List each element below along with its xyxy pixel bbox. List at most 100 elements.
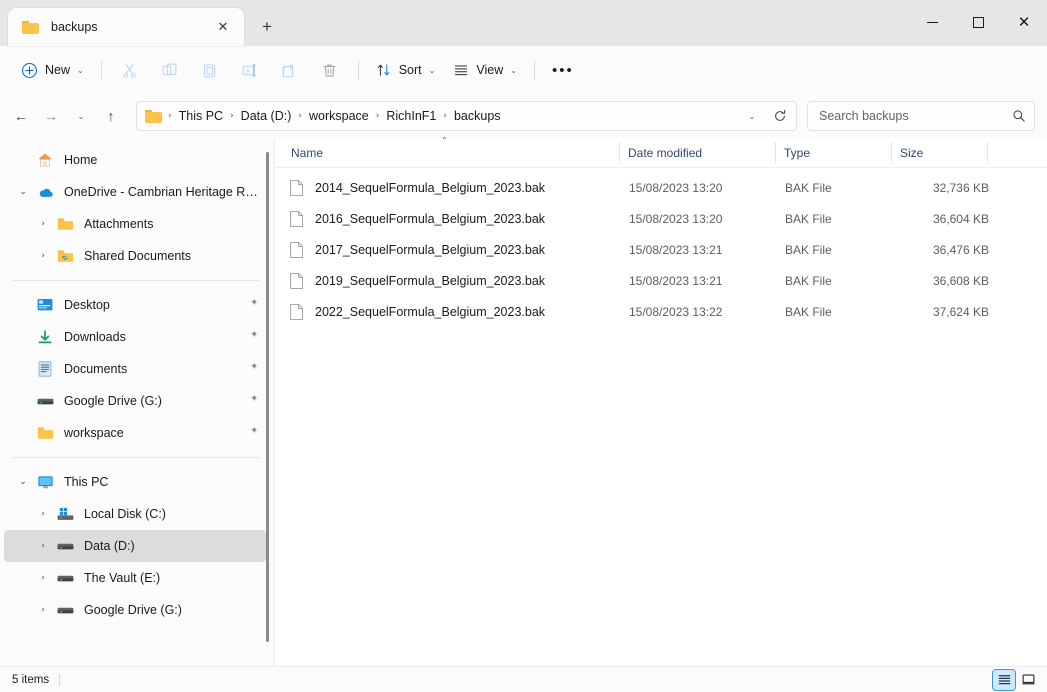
back-button[interactable]: ← <box>6 101 36 131</box>
sidebar-item-workspace[interactable]: workspace <box>4 417 266 449</box>
breadcrumb-item-1[interactable]: Data (D:) <box>236 106 297 126</box>
folder-icon <box>22 20 39 34</box>
breadcrumb-separator: › <box>443 111 447 121</box>
recent-locations-button[interactable]: ⌄ <box>66 101 96 131</box>
new-button-label: New <box>45 63 71 77</box>
new-tab-button[interactable]: + <box>250 10 284 44</box>
up-button[interactable]: ↑ <box>96 101 126 131</box>
tab-backups[interactable]: backups ✕ <box>8 8 244 46</box>
sidebar-item-this-pc[interactable]: ⌄ This PC <box>4 466 266 498</box>
sort-button-label: Sort <box>398 63 422 77</box>
chevron-down-icon[interactable]: ⌄ <box>12 477 34 487</box>
chevron-right-icon[interactable]: › <box>32 251 54 261</box>
forward-arrow-icon: → <box>44 108 58 124</box>
sidebar-item-google-drive-g-pc[interactable]: › Google Drive (G:) <box>4 594 266 626</box>
sidebar-item-label: Desktop <box>64 298 110 312</box>
column-header-name[interactable]: Name ⌃ <box>283 136 619 164</box>
downloads-icon <box>34 330 56 345</box>
pin-icon[interactable] <box>247 298 258 312</box>
sidebar-scrollbar[interactable] <box>264 146 271 658</box>
large-icons-view-button[interactable] <box>1017 670 1039 690</box>
address-dropdown-button[interactable]: ⌄ <box>738 103 766 129</box>
sidebar-item-shared-documents[interactable]: › Shared Documents <box>4 240 266 272</box>
pin-icon[interactable] <box>247 330 258 344</box>
sidebar-item-desktop[interactable]: Desktop <box>4 289 266 321</box>
paste-button[interactable] <box>190 54 230 86</box>
column-header-type[interactable]: Type <box>775 141 891 164</box>
sidebar-item-attachments[interactable]: › Attachments <box>4 208 266 240</box>
breadcrumb[interactable]: › This PC › Data (D:) › workspace › Rich… <box>136 101 797 131</box>
onedrive-icon <box>34 184 56 201</box>
column-header-size[interactable]: Size <box>891 141 987 164</box>
file-date-modified: 15/08/2023 13:20 <box>629 211 723 226</box>
maximize-button[interactable] <box>955 0 1001 44</box>
sidebar-item-label: Downloads <box>64 330 126 344</box>
delete-button[interactable] <box>310 54 350 86</box>
chevron-right-icon[interactable]: › <box>32 509 54 519</box>
sidebar-item-downloads[interactable]: Downloads <box>4 321 266 353</box>
maximize-icon <box>972 16 984 28</box>
forward-button[interactable]: → <box>36 101 66 131</box>
sidebar-item-documents[interactable]: Documents <box>4 353 266 385</box>
copy-button[interactable] <box>150 54 190 86</box>
chevron-right-icon[interactable]: › <box>32 219 54 229</box>
rename-button[interactable]: A <box>230 54 270 86</box>
drive-icon <box>34 396 56 407</box>
close-tab-icon[interactable]: ✕ <box>210 14 236 40</box>
share-button[interactable] <box>270 54 310 86</box>
sidebar-item-data-d[interactable]: › Data (D:) <box>4 530 266 562</box>
sidebar-item-the-vault-e[interactable]: › The Vault (E:) <box>4 562 266 594</box>
pin-icon[interactable] <box>247 362 258 376</box>
paste-icon <box>204 63 216 77</box>
sidebar-scrollbar-thumb[interactable] <box>266 152 269 642</box>
breadcrumb-item-3[interactable]: RichInF1 <box>381 106 441 126</box>
file-size: 36,476 KB <box>932 242 989 257</box>
file-size: 36,608 KB <box>932 273 989 288</box>
sidebar-item-onedrive[interactable]: ⌄ OneDrive - Cambrian Heritage Railways <box>4 176 266 208</box>
title-bar: backups ✕ + ✕ <box>0 0 1047 46</box>
see-more-button[interactable]: ••• <box>543 54 583 86</box>
pin-icon[interactable] <box>247 394 258 408</box>
file-name: 2016_SequelFormula_Belgium_2023.bak <box>315 211 546 226</box>
sidebar-item-google-drive-g[interactable]: Google Drive (G:) <box>4 385 266 417</box>
windows-disk-icon <box>54 507 76 521</box>
refresh-button[interactable] <box>766 103 794 129</box>
cut-button[interactable] <box>110 54 150 86</box>
item-count: 5 items <box>12 673 61 686</box>
file-type: BAK File <box>785 180 832 195</box>
search-icon[interactable] <box>1012 109 1026 123</box>
minimize-button[interactable] <box>909 0 955 44</box>
file-explorer-window: backups ✕ + ✕ New ⌄ A Sort ⌄ View ⌄ ••• … <box>0 0 1047 692</box>
sidebar-item-label: Google Drive (G:) <box>84 603 182 617</box>
table-row[interactable]: 2016_SequelFormula_Belgium_2023.bak 15/0… <box>277 203 1041 234</box>
search-input[interactable] <box>819 109 1012 123</box>
chevron-right-icon[interactable]: › <box>32 605 54 615</box>
sort-button[interactable]: Sort ⌄ <box>367 54 445 86</box>
chevron-down-icon[interactable]: ⌄ <box>12 187 34 197</box>
close-window-button[interactable]: ✕ <box>1001 0 1047 44</box>
details-view-button[interactable] <box>992 668 1016 691</box>
view-button[interactable]: View ⌄ <box>444 54 526 86</box>
column-header-date-modified[interactable]: Date modified <box>619 141 775 164</box>
chevron-right-icon[interactable]: › <box>32 541 54 551</box>
window-controls: ✕ <box>909 0 1047 44</box>
table-row[interactable]: 2019_SequelFormula_Belgium_2023.bak 15/0… <box>277 265 1041 296</box>
file-name: 2022_SequelFormula_Belgium_2023.bak <box>315 304 546 319</box>
table-row[interactable]: 2022_SequelFormula_Belgium_2023.bak 15/0… <box>277 296 1041 327</box>
breadcrumb-item-2[interactable]: workspace <box>304 106 374 126</box>
breadcrumb-item-0[interactable]: This PC <box>174 106 228 126</box>
new-button[interactable]: New ⌄ <box>12 54 93 86</box>
chevron-down-icon: ⌄ <box>77 65 84 75</box>
chevron-right-icon[interactable]: › <box>32 573 54 583</box>
file-type: BAK File <box>785 242 832 257</box>
breadcrumb-item-4[interactable]: backups <box>449 106 506 126</box>
sidebar-item-local-disk-c[interactable]: › Local Disk (C:) <box>4 498 266 530</box>
sidebar-item-label: OneDrive - Cambrian Heritage Railways <box>64 185 258 199</box>
table-row[interactable]: 2014_SequelFormula_Belgium_2023.bak 15/0… <box>277 172 1041 203</box>
table-row[interactable]: 2017_SequelFormula_Belgium_2023.bak 15/0… <box>277 234 1041 265</box>
chevron-down-icon: ⌄ <box>428 65 436 75</box>
pin-icon[interactable] <box>247 426 258 440</box>
sidebar-item-home[interactable]: Home <box>4 144 266 176</box>
search-box[interactable] <box>807 101 1035 131</box>
cut-icon <box>123 63 137 78</box>
